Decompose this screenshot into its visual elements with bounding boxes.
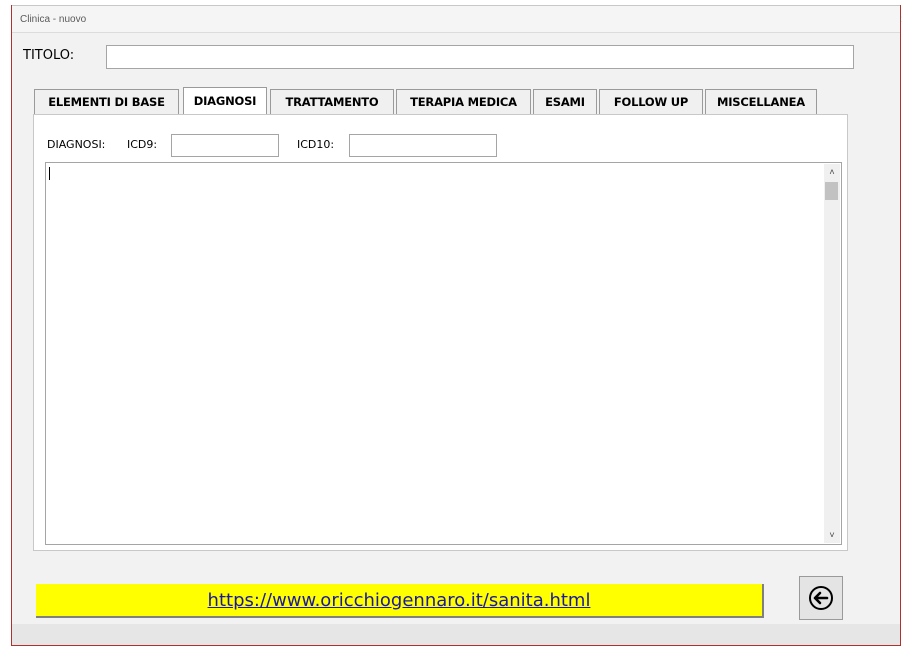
tab-elementi-di-base[interactable]: ELEMENTI DI BASE [34, 89, 179, 115]
icd10-label: ICD10: [297, 138, 335, 151]
scroll-up-icon[interactable]: ˄ [824, 164, 840, 180]
scroll-down-icon[interactable]: ˅ [824, 527, 840, 543]
app-window: Clinica - nuovo : TITOLO: ELEMENTI DI BA… [11, 5, 902, 646]
tab-label: FOLLOW UP [613, 95, 689, 109]
tab-miscellanea[interactable]: MISCELLANEA [705, 89, 817, 115]
scrollbar-thumb[interactable] [825, 182, 838, 200]
titolo-input[interactable] [106, 45, 854, 69]
diagnosi-label: DIAGNOSI: [47, 138, 106, 151]
window-title: Clinica - nuovo [20, 14, 87, 25]
title-bar: Clinica - nuovo : [12, 5, 902, 33]
tab-label: TRATTAMENTO [285, 95, 379, 109]
tab-label: MISCELLANEA [716, 95, 806, 109]
text-cursor [49, 167, 50, 180]
status-bar [12, 624, 900, 645]
vertical-scrollbar[interactable]: ˄ ˅ [824, 164, 840, 543]
tab-terapia-medica[interactable]: TERAPIA MEDICA [396, 89, 531, 115]
tab-trattamento[interactable]: TRATTAMENTO [270, 89, 394, 115]
tab-esami[interactable]: ESAMI [533, 89, 597, 115]
tab-label: DIAGNOSI [193, 94, 257, 108]
tab-label: ELEMENTI DI BASE [48, 95, 165, 109]
titolo-label: TITOLO: [23, 48, 75, 63]
tab-label: TERAPIA MEDICA [410, 95, 517, 109]
diagnosi-text-area[interactable]: ˄ ˅ [45, 162, 842, 545]
back-button[interactable] [799, 576, 843, 620]
arrow-left-circle-icon [809, 586, 833, 610]
icd9-label: ICD9: [127, 138, 158, 151]
tab-diagnosi[interactable]: DIAGNOSI [183, 87, 267, 115]
title-bar-suffix: : [899, 14, 902, 25]
icd9-input[interactable] [171, 134, 279, 157]
website-link[interactable]: https://www.oricchiogennaro.it/sanita.ht… [36, 584, 764, 618]
icd10-input[interactable] [349, 134, 497, 157]
tab-label: ESAMI [545, 95, 585, 109]
tab-follow-up[interactable]: FOLLOW UP [599, 89, 703, 115]
